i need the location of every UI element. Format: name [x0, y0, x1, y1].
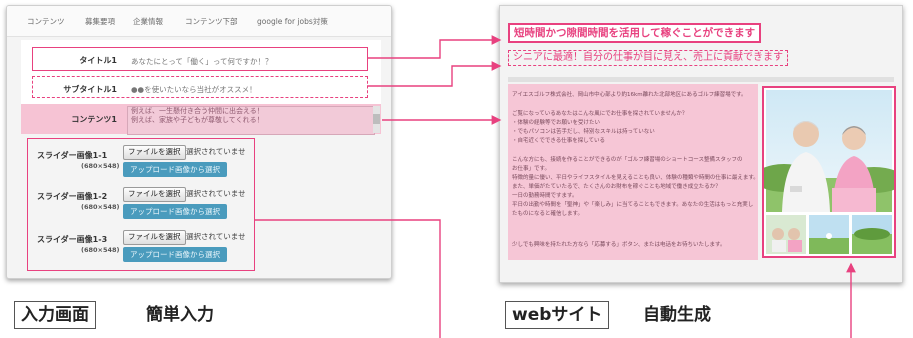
arrow-subtitle	[367, 61, 502, 87]
mapping-arrows	[254, 35, 856, 338]
arrow-slider-line	[254, 219, 441, 338]
arrow-title	[367, 35, 502, 59]
website-caption-box: webサイト	[505, 301, 610, 329]
input-screen-caption-text: 簡単入力	[146, 305, 214, 325]
input-screen-caption-box: 入力画面	[14, 301, 96, 329]
website-caption-text: 自動生成	[643, 305, 711, 325]
